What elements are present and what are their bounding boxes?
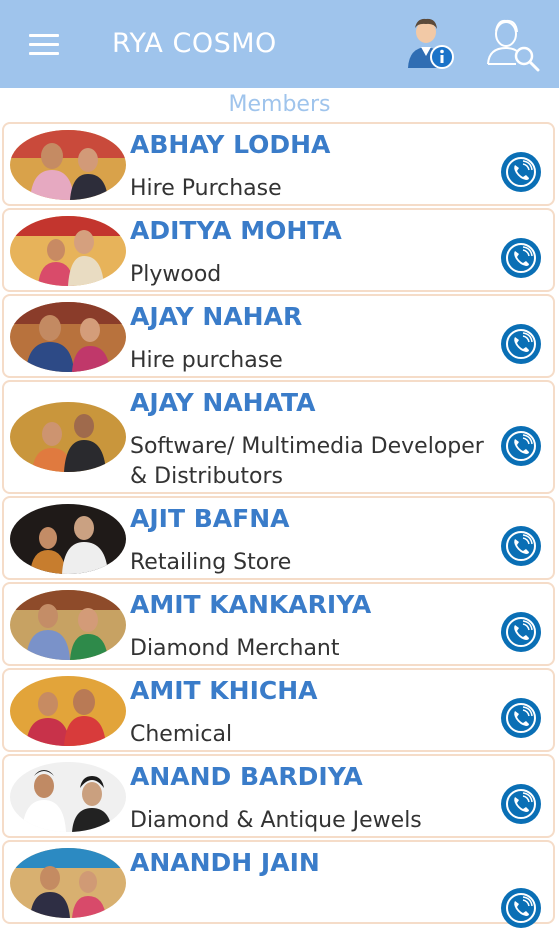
member-business: Software/ Multimedia Developer & Distrib…	[130, 434, 484, 489]
member-card[interactable]: ANANDH JAIN	[2, 840, 555, 928]
member-photo	[10, 676, 126, 746]
member-card[interactable]: AJAY NAHAR Hire purchase	[2, 294, 555, 378]
call-button[interactable]	[501, 238, 541, 278]
member-info-icon[interactable]	[404, 18, 454, 70]
search-member-icon[interactable]	[486, 18, 542, 72]
member-name: ANANDH JAIN	[130, 848, 320, 877]
member-business: Diamond Merchant	[130, 636, 340, 661]
call-button[interactable]	[501, 324, 541, 364]
member-name: AJIT BAFNA	[130, 504, 290, 533]
member-name: ADITYA MOHTA	[130, 216, 342, 245]
member-photo	[10, 130, 126, 200]
app-title: RYA COSMO	[112, 28, 277, 59]
call-button[interactable]	[501, 152, 541, 192]
member-business: Diamond & Antique Jewels	[130, 808, 422, 833]
member-card[interactable]: AMIT KHICHA Chemical	[2, 668, 555, 752]
member-photo	[10, 848, 126, 918]
call-button[interactable]	[501, 888, 541, 928]
call-button[interactable]	[501, 784, 541, 824]
call-button[interactable]	[501, 426, 541, 466]
member-card[interactable]: AJAY NAHATA Software/ Multimedia Develop…	[2, 380, 555, 494]
member-business: Hire purchase	[130, 348, 283, 373]
member-photo	[10, 302, 126, 372]
call-button[interactable]	[501, 526, 541, 566]
member-photo	[10, 762, 126, 832]
member-card[interactable]: ABHAY LODHA Hire Purchase	[2, 122, 555, 206]
member-business: Hire Purchase	[130, 176, 282, 201]
call-button[interactable]	[501, 698, 541, 738]
member-card[interactable]: AJIT BAFNA Retailing Store	[2, 496, 555, 580]
member-name: AMIT KHICHA	[130, 676, 318, 705]
member-business: Chemical	[130, 722, 233, 747]
member-name: AMIT KANKARIYA	[130, 590, 372, 619]
call-button[interactable]	[501, 612, 541, 652]
member-card[interactable]: AMIT KANKARIYA Diamond Merchant	[2, 582, 555, 666]
section-title: Members	[228, 92, 331, 117]
member-photo	[10, 590, 126, 660]
member-photo	[10, 504, 126, 574]
member-name: ABHAY LODHA	[130, 130, 331, 159]
member-photo	[10, 216, 126, 286]
member-business: Plywood	[130, 262, 222, 287]
app-bar: RYA COSMO	[0, 0, 559, 88]
member-card[interactable]: ANAND BARDIYA Diamond & Antique Jewels	[2, 754, 555, 838]
menu-icon[interactable]	[29, 34, 59, 56]
member-name: ANAND BARDIYA	[130, 762, 363, 791]
member-photo	[10, 402, 126, 472]
member-name: AJAY NAHATA	[130, 388, 316, 417]
member-business: Retailing Store	[130, 550, 292, 575]
member-card[interactable]: ADITYA MOHTA Plywood	[2, 208, 555, 292]
member-name: AJAY NAHAR	[130, 302, 303, 331]
